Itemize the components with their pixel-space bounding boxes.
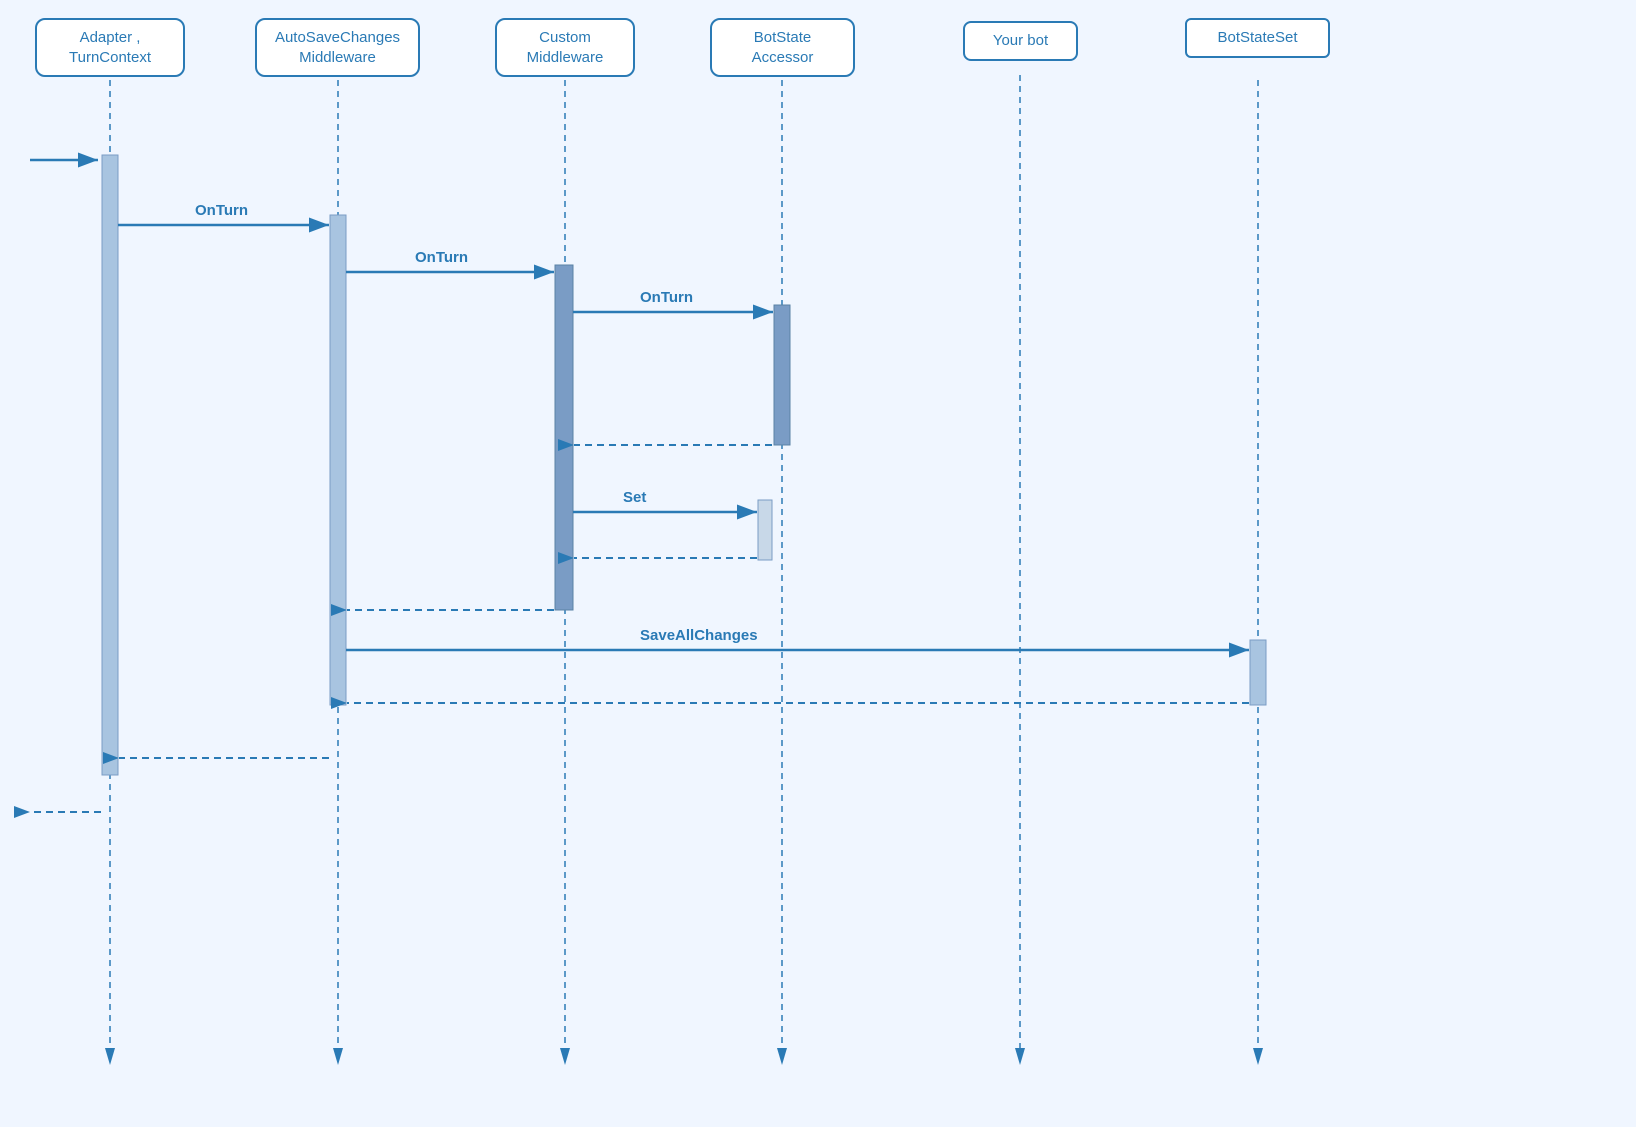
- svg-text:Set: Set: [623, 489, 646, 506]
- svg-text:OnTurn: OnTurn: [640, 289, 693, 306]
- svg-text:SaveAllChanges: SaveAllChanges: [640, 627, 758, 644]
- svg-text:OnTurn: OnTurn: [195, 202, 248, 219]
- diagram-container: Adapter , TurnContext AutoSaveChangesMid…: [0, 0, 1636, 1127]
- svg-text:OnTurn: OnTurn: [415, 249, 468, 266]
- sequence-diagram-svg: OnTurn OnTurn OnTurn Set SaveAllChanges: [0, 0, 1636, 1127]
